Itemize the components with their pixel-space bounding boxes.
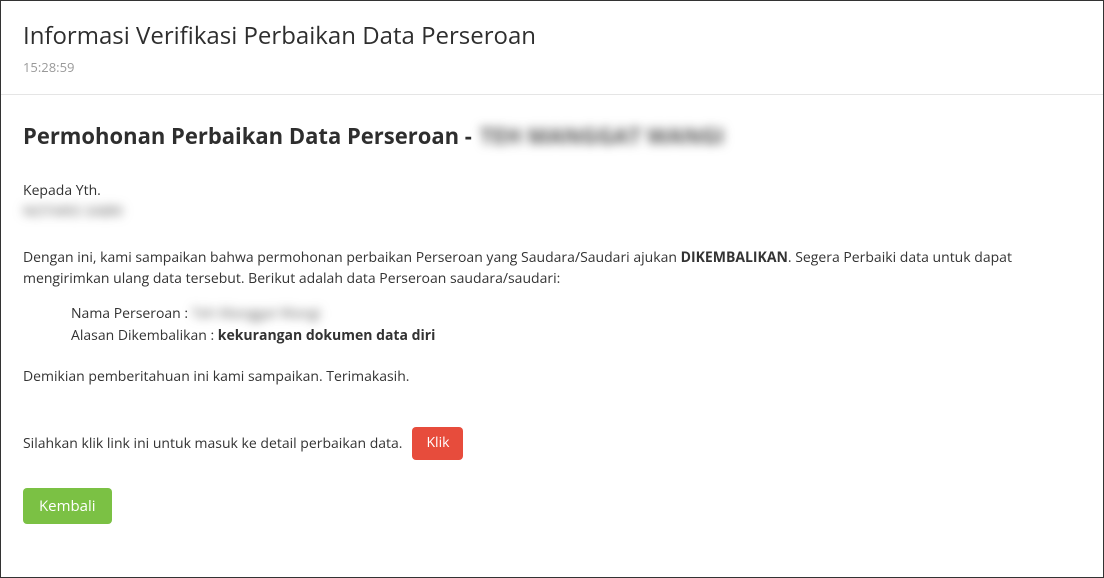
company-name-masked: TEH MANGGAT WANGI bbox=[480, 121, 724, 151]
action-link-text: Silahkan klik link ini untuk masuk ke de… bbox=[23, 434, 402, 453]
klik-button[interactable]: Klik bbox=[412, 427, 463, 460]
back-button[interactable]: Kembali bbox=[23, 488, 112, 524]
recipient-name: NOTARIS SABRI bbox=[23, 202, 1081, 221]
action-line: Silahkan klik link ini untuk masuk ke de… bbox=[23, 427, 1081, 460]
salutation: Kepada Yth. bbox=[23, 181, 1081, 200]
request-heading: Permohonan Perbaikan Data Perseroan - TE… bbox=[23, 121, 1081, 151]
meta-reason-value: kekurangan dokumen data diri bbox=[218, 326, 436, 345]
closing-text: Demikian pemberitahuan ini kami sampaika… bbox=[23, 366, 1081, 387]
timestamp: 15:28:59 bbox=[23, 58, 1081, 76]
page-title: Informasi Verifikasi Perbaikan Data Pers… bbox=[23, 19, 1081, 52]
request-heading-prefix: Permohonan Perbaikan Data Perseroan - bbox=[23, 121, 472, 151]
recipient-masked: NOTARIS SABRI bbox=[23, 202, 123, 221]
meta-block: Nama Perseroan : Teh Manggat Wangi Alasa… bbox=[71, 303, 1081, 348]
status-word: DIKEMBALIKAN bbox=[681, 248, 788, 267]
body-paragraph-1: Dengan ini, kami sampaikan bahwa permoho… bbox=[23, 247, 1081, 289]
panel: Informasi Verifikasi Perbaikan Data Pers… bbox=[1, 1, 1103, 548]
meta-reason-label: Alasan Dikembalikan : bbox=[71, 326, 218, 345]
divider bbox=[1, 94, 1103, 95]
meta-company-label: Nama Perseroan : bbox=[71, 304, 192, 323]
body-para1-prefix: Dengan ini, kami sampaikan bahwa permoho… bbox=[23, 248, 681, 267]
meta-reason-row: Alasan Dikembalikan : kekurangan dokumen… bbox=[71, 325, 1081, 347]
meta-company-value-masked: Teh Manggat Wangi bbox=[192, 304, 321, 323]
page-frame: Informasi Verifikasi Perbaikan Data Pers… bbox=[0, 0, 1104, 578]
meta-company-row: Nama Perseroan : Teh Manggat Wangi bbox=[71, 303, 1081, 325]
